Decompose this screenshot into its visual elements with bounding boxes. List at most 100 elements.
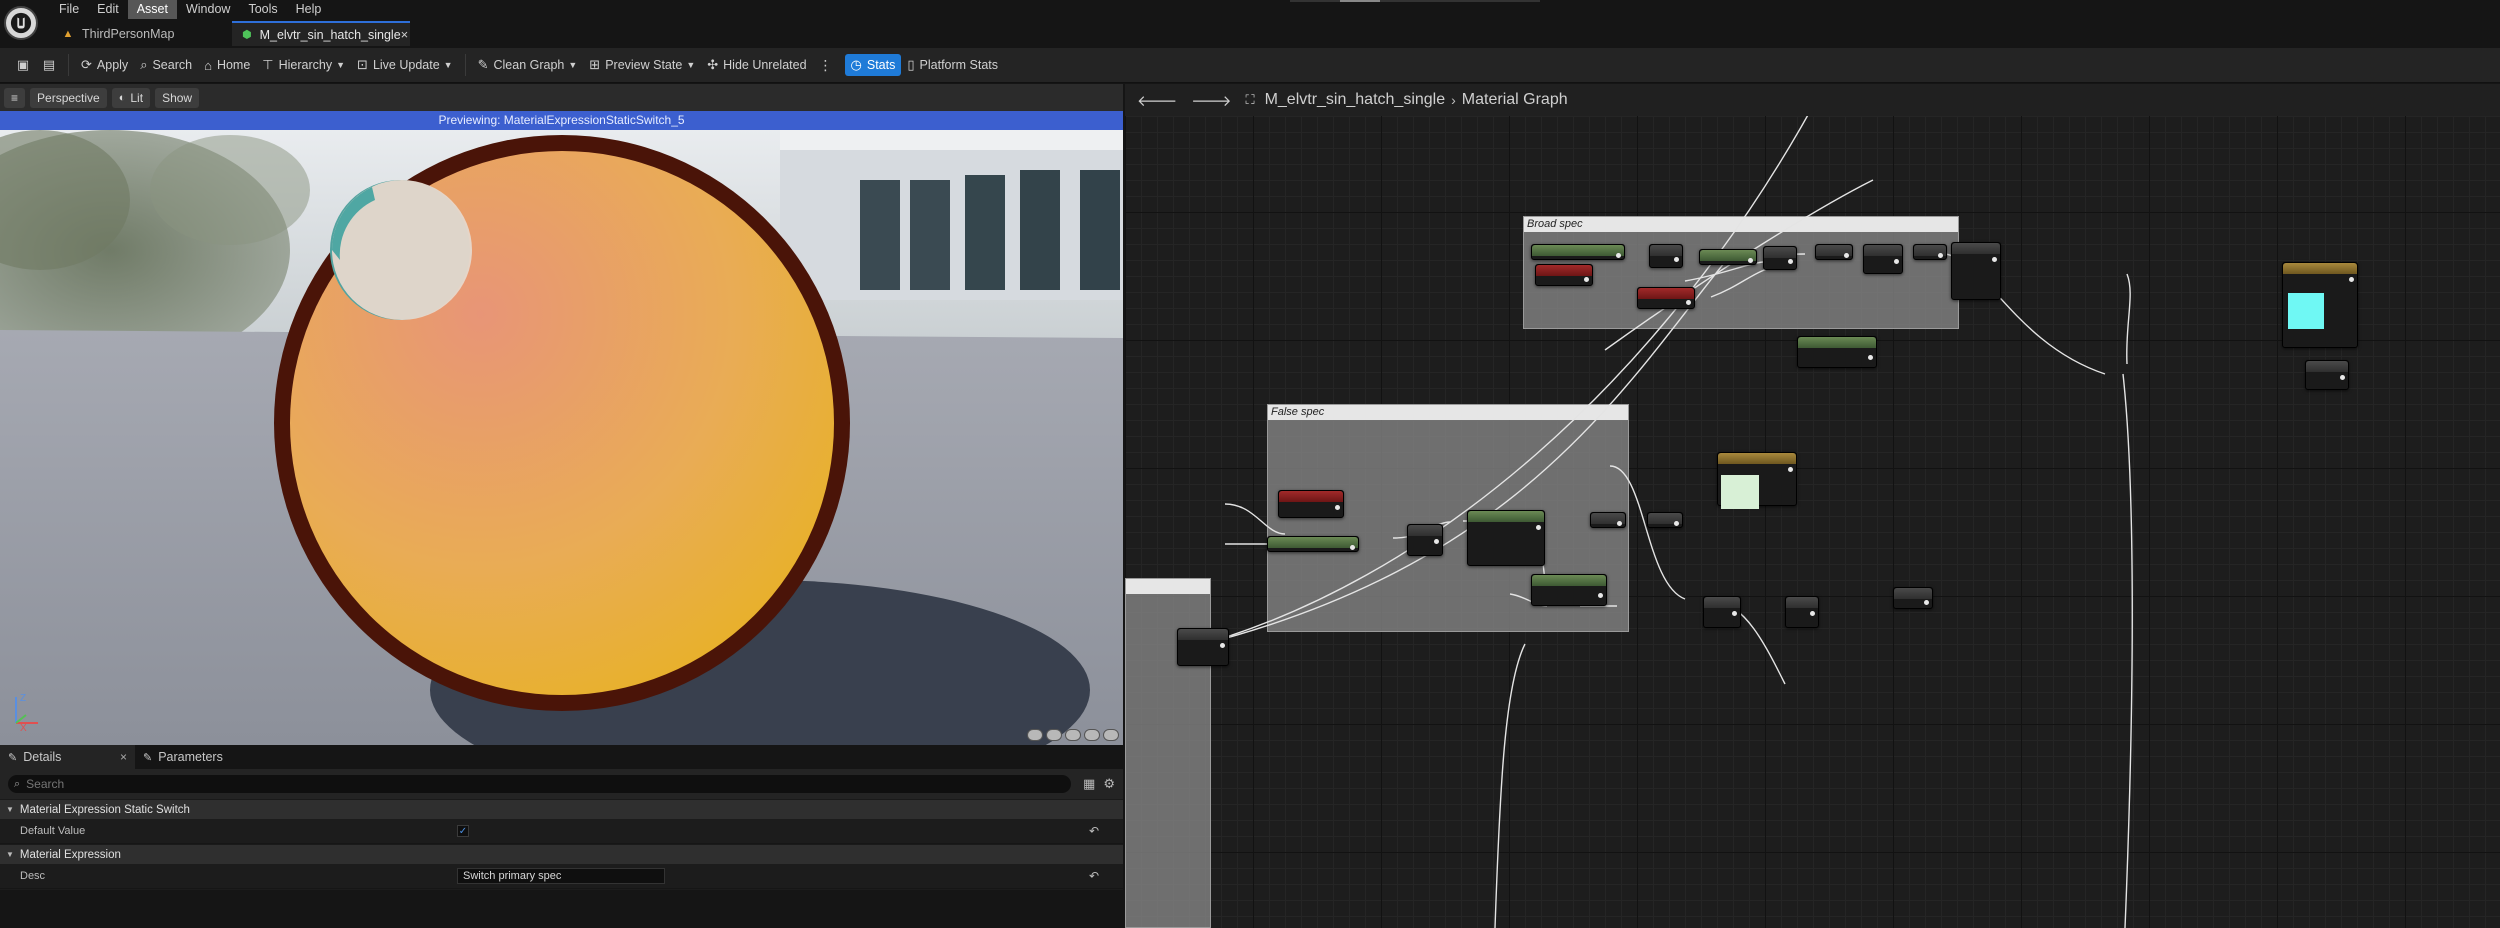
comment-title: Broad spec [1524,217,1958,232]
node-multiply-b[interactable] [1703,596,1741,628]
stats-label: Stats [866,58,896,72]
graph-icon: ⛶ [1245,92,1255,107]
menu-window[interactable]: Window [177,0,239,19]
apply-button[interactable]: ⟳ Apply [75,52,134,78]
viewport-menu-button[interactable]: ≡ [4,87,26,108]
node-specular-power[interactable] [1797,336,1877,368]
more-options-icon[interactable]: ⋮ [813,57,839,74]
hierarchy-label: Hierarchy [278,58,333,72]
stats-button[interactable]: ◷ Stats [844,54,902,76]
node-clamp[interactable] [1951,242,2001,300]
browse-icon[interactable]: ▤ [36,52,62,78]
hide-unrelated-icon: ✣ [707,57,719,72]
hierarchy-button[interactable]: ⊤ Hierarchy ▼ [256,52,351,78]
details-search-row: ⌕ ▦ ⚙ [0,769,1123,799]
node-normalize[interactable] [1699,249,1757,265]
preview-banner: Previewing: MaterialExpressionStaticSwit… [0,111,1123,130]
node-broad-spec-tint[interactable] [2282,262,2358,348]
default-value-checkbox[interactable]: ✓ [457,825,469,837]
gear-icon[interactable]: ⚙ [1103,776,1115,792]
tab-details[interactable]: ✎ Details × [0,745,135,769]
tab-parameters[interactable]: ✎ Parameters [135,745,231,769]
desc-field[interactable]: Switch primary spec [457,868,665,884]
tab-label: M_elvtr_sin_hatch_single [259,27,401,42]
node-multiply-a[interactable] [1590,512,1626,528]
stats-icon: ◷ [850,57,862,72]
platform-stats-button[interactable]: ▯ Platform Stats [901,52,1004,78]
section-static-switch[interactable]: ▼ Material Expression Static Switch [0,799,1123,819]
node-add-2[interactable] [1785,596,1819,628]
material-icon: ⬢ [242,29,252,41]
broom-icon: ✎ [477,57,489,72]
menu-edit[interactable]: Edit [88,0,128,19]
platform-stats-icon: ▯ [907,57,915,72]
close-icon[interactable]: × [401,27,409,42]
menu-tools[interactable]: Tools [239,0,286,19]
reset-arrow-icon[interactable]: ↶ [1089,824,1099,838]
details-search-box: ⌕ [8,775,1072,793]
lit-button[interactable]: ◐ Lit [111,87,151,108]
node-saturate[interactable] [1913,244,1947,260]
node-one-minus[interactable] [1815,244,1853,260]
node-absolute-world-position-2[interactable] [1267,536,1359,552]
tab-third-person-map[interactable]: ▲ ThirdPersonMap [52,21,232,46]
node-multiply-right[interactable] [2305,360,2349,390]
forward-arrow-icon[interactable]: 🡒 [1191,91,1231,110]
cyan-color-swatch [2288,293,2324,329]
node-add[interactable] [1649,244,1683,268]
node-dot[interactable] [1763,246,1797,270]
clean-graph-button[interactable]: ✎ Clean Graph ▼ [472,52,584,78]
tab-material-editor[interactable]: ⬢ M_elvtr_sin_hatch_single × [232,21,410,46]
perspective-button[interactable]: Perspective [30,87,107,108]
breadcrumb-asset[interactable]: M_elvtr_sin_hatch_single [1265,91,1446,109]
node-false-spec-color[interactable] [1717,452,1797,509]
breadcrumb-graph[interactable]: Material Graph [1462,91,1568,109]
home-button[interactable]: ⌂ Home [198,52,256,78]
details-search-input[interactable] [26,777,427,791]
search-button[interactable]: ⌕ Search [134,52,198,78]
live-update-button[interactable]: ⊡ Live Update ▼ [351,52,459,78]
preview-viewport[interactable]: ≡ Perspective ◐ Lit Show Previewing: Mate… [0,84,1123,745]
menu-help[interactable]: Help [287,0,331,19]
pencil-icon: ✎ [143,751,153,764]
hide-unrelated-button[interactable]: ✣ Hide Unrelated [701,52,812,78]
search-icon: ⌕ [140,57,148,72]
node-camera-vector[interactable] [1535,264,1593,286]
tab-label: ThirdPersonMap [82,26,175,41]
node-absolute-world-position[interactable] [1531,244,1625,260]
menu-asset[interactable]: Asset [127,0,177,19]
node-spec-scalar[interactable] [1531,574,1607,606]
table-view-icon[interactable]: ▦ [1083,776,1095,792]
lit-label: Lit [130,90,144,105]
main-toolbar: ▣ ▤ ⟳ Apply ⌕ Search ⌂ Home ⊤ Hierarchy ▼ ⊡ Li… [0,48,2500,83]
chevron-down-icon: ▼ [568,60,578,70]
back-arrow-icon[interactable]: 🡐 [1137,91,1177,110]
menu-bar: File Edit Asset Window Tools Help [0,0,2500,19]
section-title: Material Expression [19,848,121,861]
save-icon[interactable]: ▣ [10,52,36,78]
plane-preview-icon[interactable] [1065,729,1081,741]
sphere-preview-icon[interactable] [1046,729,1062,741]
cylinder-preview-icon[interactable] [1027,729,1043,741]
node-clamp-2[interactable] [1177,628,1229,666]
show-button[interactable]: Show [155,87,200,108]
node-saturate-2[interactable] [1647,512,1683,528]
search-label: Search [152,58,193,72]
cube-preview-icon[interactable] [1084,729,1100,741]
material-graph[interactable]: 🡐 🡒 ⛶ M_elvtr_sin_hatch_single › Materia… [1125,84,2500,928]
node-fresnel[interactable] [1467,510,1545,566]
section-material-expression[interactable]: ▼ Material Expression [0,844,1123,864]
clean-graph-label: Clean Graph [493,58,565,72]
node-power[interactable] [1863,244,1903,274]
reset-arrow-icon[interactable]: ↶ [1089,869,1099,883]
preview-state-button[interactable]: ⊞ Preview State ▼ [583,52,701,78]
node-pixel-normal-ws[interactable] [1637,287,1695,309]
lit-icon: ◐ [118,91,126,104]
close-icon[interactable]: × [120,750,127,764]
custom-preview-icon[interactable] [1103,729,1119,741]
unreal-logo-icon[interactable] [4,6,38,40]
node-vertex-tangent-ws[interactable] [1278,490,1344,518]
node-dot-2[interactable] [1407,524,1443,556]
menu-file[interactable]: File [50,0,88,19]
node-multiply-c[interactable] [1893,587,1933,609]
